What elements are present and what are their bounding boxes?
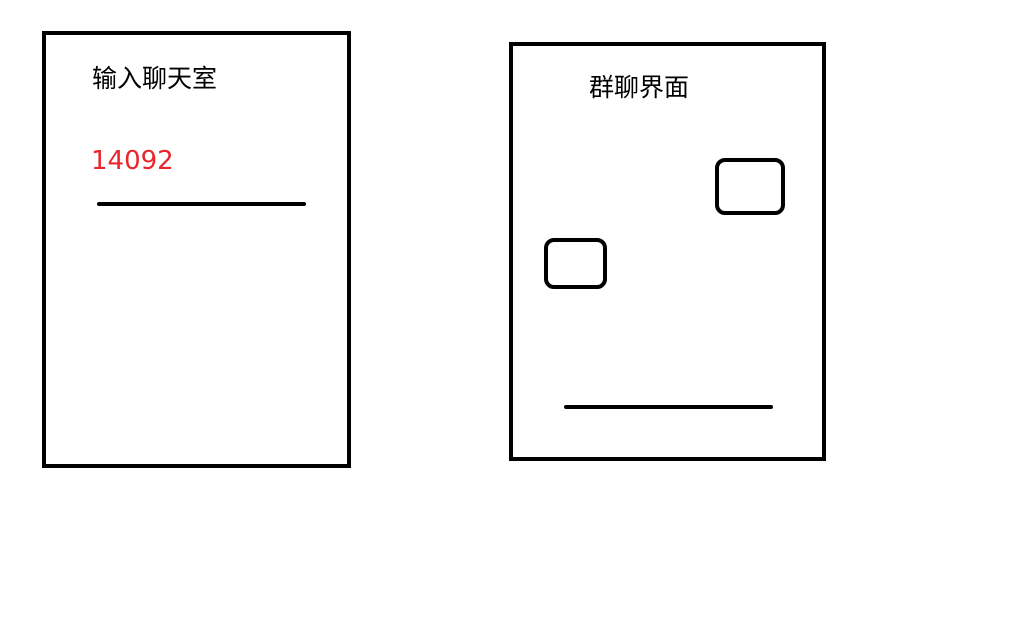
group-chat-screen: 群聊界面	[509, 42, 826, 461]
join-chatroom-screen: 输入聊天室 14092	[42, 31, 351, 468]
message-input-underline[interactable]	[564, 405, 773, 409]
group-chat-title: 群聊界面	[589, 73, 690, 102]
room-id-value[interactable]: 14092	[91, 148, 174, 174]
message-bubble-right	[715, 158, 785, 215]
join-chatroom-title: 输入聊天室	[92, 64, 218, 93]
room-id-input-underline[interactable]	[97, 202, 306, 206]
message-bubble-left	[544, 238, 607, 289]
